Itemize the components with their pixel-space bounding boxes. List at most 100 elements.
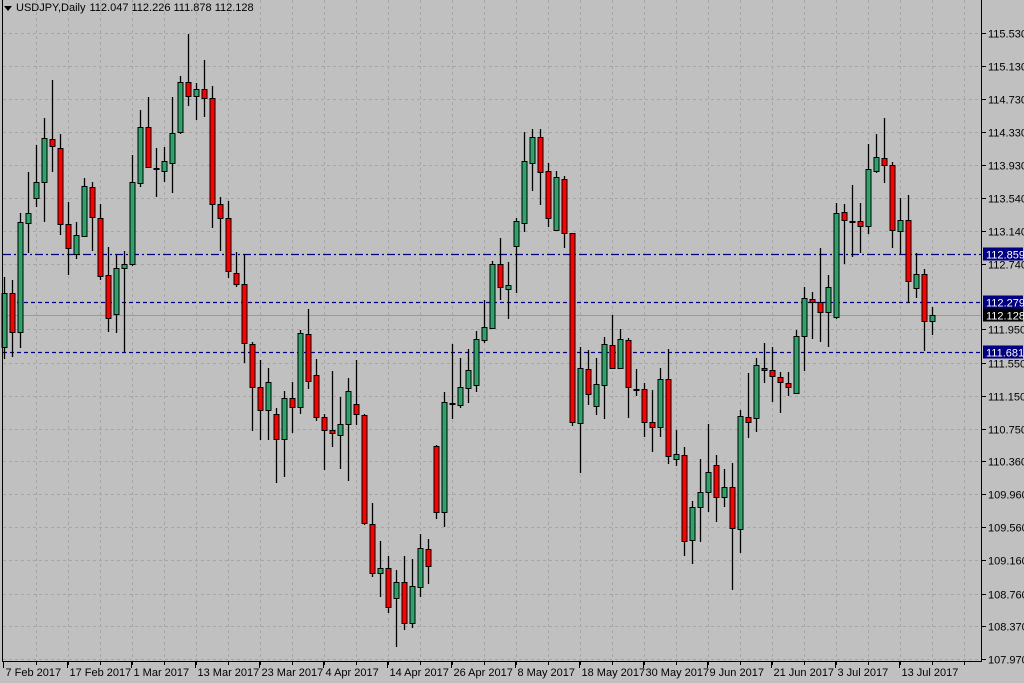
candle-body [217,204,224,219]
candle-body [625,340,632,388]
candle-body [553,177,560,231]
price-tick-label: 113.930 [988,161,1024,173]
candle-bearish [57,134,64,235]
time-tick-label: 4 Apr 2017 [326,667,379,679]
candle-body [81,186,88,237]
candle-body [257,387,264,411]
candle-body [897,220,904,232]
candle-body [41,138,48,183]
candle-body [361,415,368,524]
candle-body [345,391,352,425]
candle-body [113,268,120,315]
candle-body [521,161,528,224]
candle-body [305,334,312,382]
candle-body [241,284,248,344]
price-tick-label: 114.330 [988,128,1024,140]
candle-body [497,264,504,288]
candle-body [417,548,424,588]
candle-body [665,379,672,457]
candle-body [873,157,880,172]
time-tick-label: 17 Feb 2017 [70,667,132,679]
candle-bullish [297,330,304,414]
candle-body [585,369,592,395]
candle-body [529,137,536,164]
candle-body [481,327,488,341]
candlestick-chart: 115.530 115.130 114.730 114.330 113.930 113.5… [0,0,1024,683]
candle-bullish [489,261,496,329]
candle-bullish [17,213,24,348]
time-tick-label: 13 Mar 2017 [198,667,260,679]
candle-body [913,274,920,289]
candle-bullish [473,331,480,392]
candle-body [209,98,216,205]
price-tick-label: 110.750 [988,425,1024,437]
candle-body [593,384,600,407]
candle-body [889,165,896,231]
candle-body [745,417,752,423]
candle-bearish [433,445,440,519]
price-tick-label: 109.560 [988,523,1024,535]
candle-body [881,158,888,166]
candle-body [905,220,912,282]
candle-body [705,472,712,493]
price-tick-label: 113.540 [988,194,1024,206]
candle-body [281,398,288,440]
candle-body [89,187,96,218]
candle-body [689,507,696,541]
candle-body [489,264,496,329]
candle-body [721,487,728,498]
time-tick-label: 9 Jun 2017 [710,667,764,679]
dropdown-triangle-icon[interactable] [4,5,12,11]
candle-body [657,379,664,428]
candle-body [17,222,24,333]
candle-body [177,82,184,133]
chart-background [0,0,1024,683]
candle-body [465,370,472,389]
candle-body [321,417,328,431]
candle-body [817,302,824,313]
candle-body [233,273,240,285]
time-tick-label: 8 May 2017 [518,667,575,679]
time-tick-label: 3 Jul 2017 [838,667,889,679]
candle-body [97,218,104,277]
price-tick-label: 107.970 [988,655,1024,667]
candle-body [121,264,128,269]
candle-body [809,299,816,303]
time-tick-label: 1 Mar 2017 [134,667,190,679]
candle-body [9,293,16,333]
candle-body [857,221,864,227]
price-tick-label: 109.160 [988,556,1024,568]
candle-body [865,169,872,227]
price-tick-label: 113.140 [988,227,1024,239]
candle-body [601,344,608,386]
candle-body [457,387,464,406]
candle-body [617,339,624,369]
candle-body [921,274,928,322]
candle-bullish [177,76,184,134]
candle-body [289,398,296,408]
symbol-timeframe: USDJPY,Daily [16,2,86,14]
candle-body [185,82,192,97]
candle-body [753,365,760,419]
time-tick-label: 26 Apr 2017 [454,667,513,679]
candle-body [33,182,40,199]
candle-body [201,89,208,99]
level-label: 112.859 [986,250,1024,262]
price-tick-label: 111.950 [988,325,1024,337]
chart-header: USDJPY,Daily 112.047 112.226 111.878 112… [4,2,254,14]
candle-body [145,127,152,168]
time-tick-label: 13 Jul 2017 [902,667,959,679]
candle-body [473,339,480,386]
candle-body [761,368,768,371]
candle-body [393,582,400,599]
candle-body [641,389,648,423]
candle-body [369,524,376,574]
candle-body [737,416,744,530]
candle-body [297,333,304,408]
candle-body [449,403,456,405]
candle-body [929,315,936,322]
candle-bearish [681,447,688,556]
time-tick-label: 18 May 2017 [582,667,646,679]
price-tick-label: 111.150 [988,392,1024,404]
candle-bullish [553,171,560,231]
